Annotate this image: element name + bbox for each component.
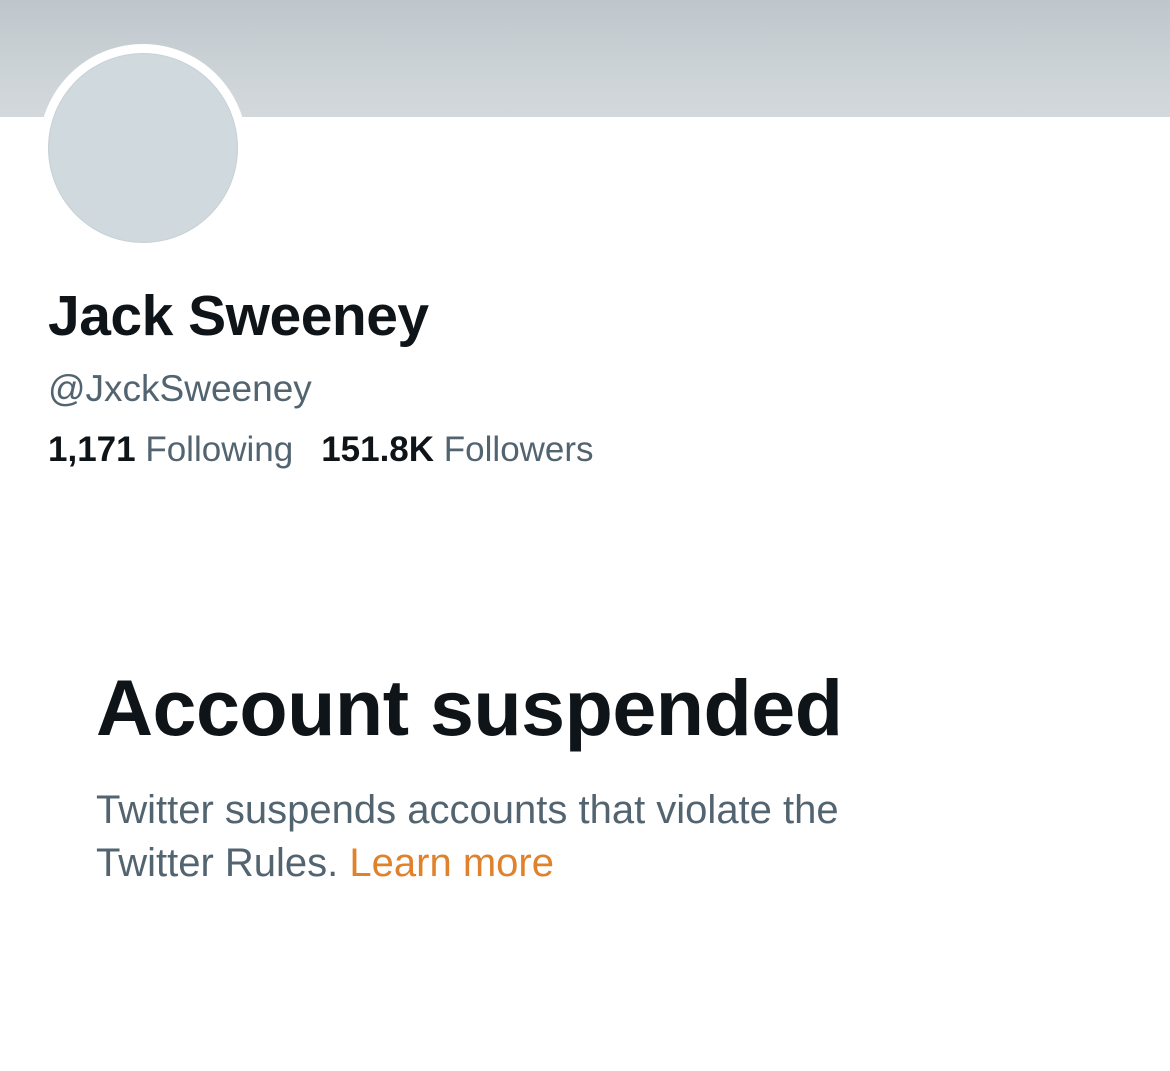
suspended-description: Twitter suspends accounts that violate t… <box>96 784 1076 890</box>
followers-count: 151.8K <box>321 430 435 469</box>
user-handle: @JxckSweeney <box>48 368 312 409</box>
avatar[interactable] <box>48 53 238 243</box>
suspended-body-line2: Twitter Rules. <box>96 841 339 885</box>
following-stat[interactable]: 1,171 Following <box>48 428 293 472</box>
follow-stats: 1,171 Following 151.8K Followers <box>48 428 622 472</box>
suspended-title: Account suspended <box>96 663 843 752</box>
following-label: Following <box>145 430 294 469</box>
following-count: 1,171 <box>48 430 136 469</box>
followers-stat[interactable]: 151.8K Followers <box>321 428 593 472</box>
learn-more-link[interactable]: Learn more <box>349 841 554 885</box>
suspended-body-line1: Twitter suspends accounts that violate t… <box>96 788 839 832</box>
followers-label: Followers <box>443 430 594 469</box>
display-name: Jack Sweeney <box>48 284 429 348</box>
